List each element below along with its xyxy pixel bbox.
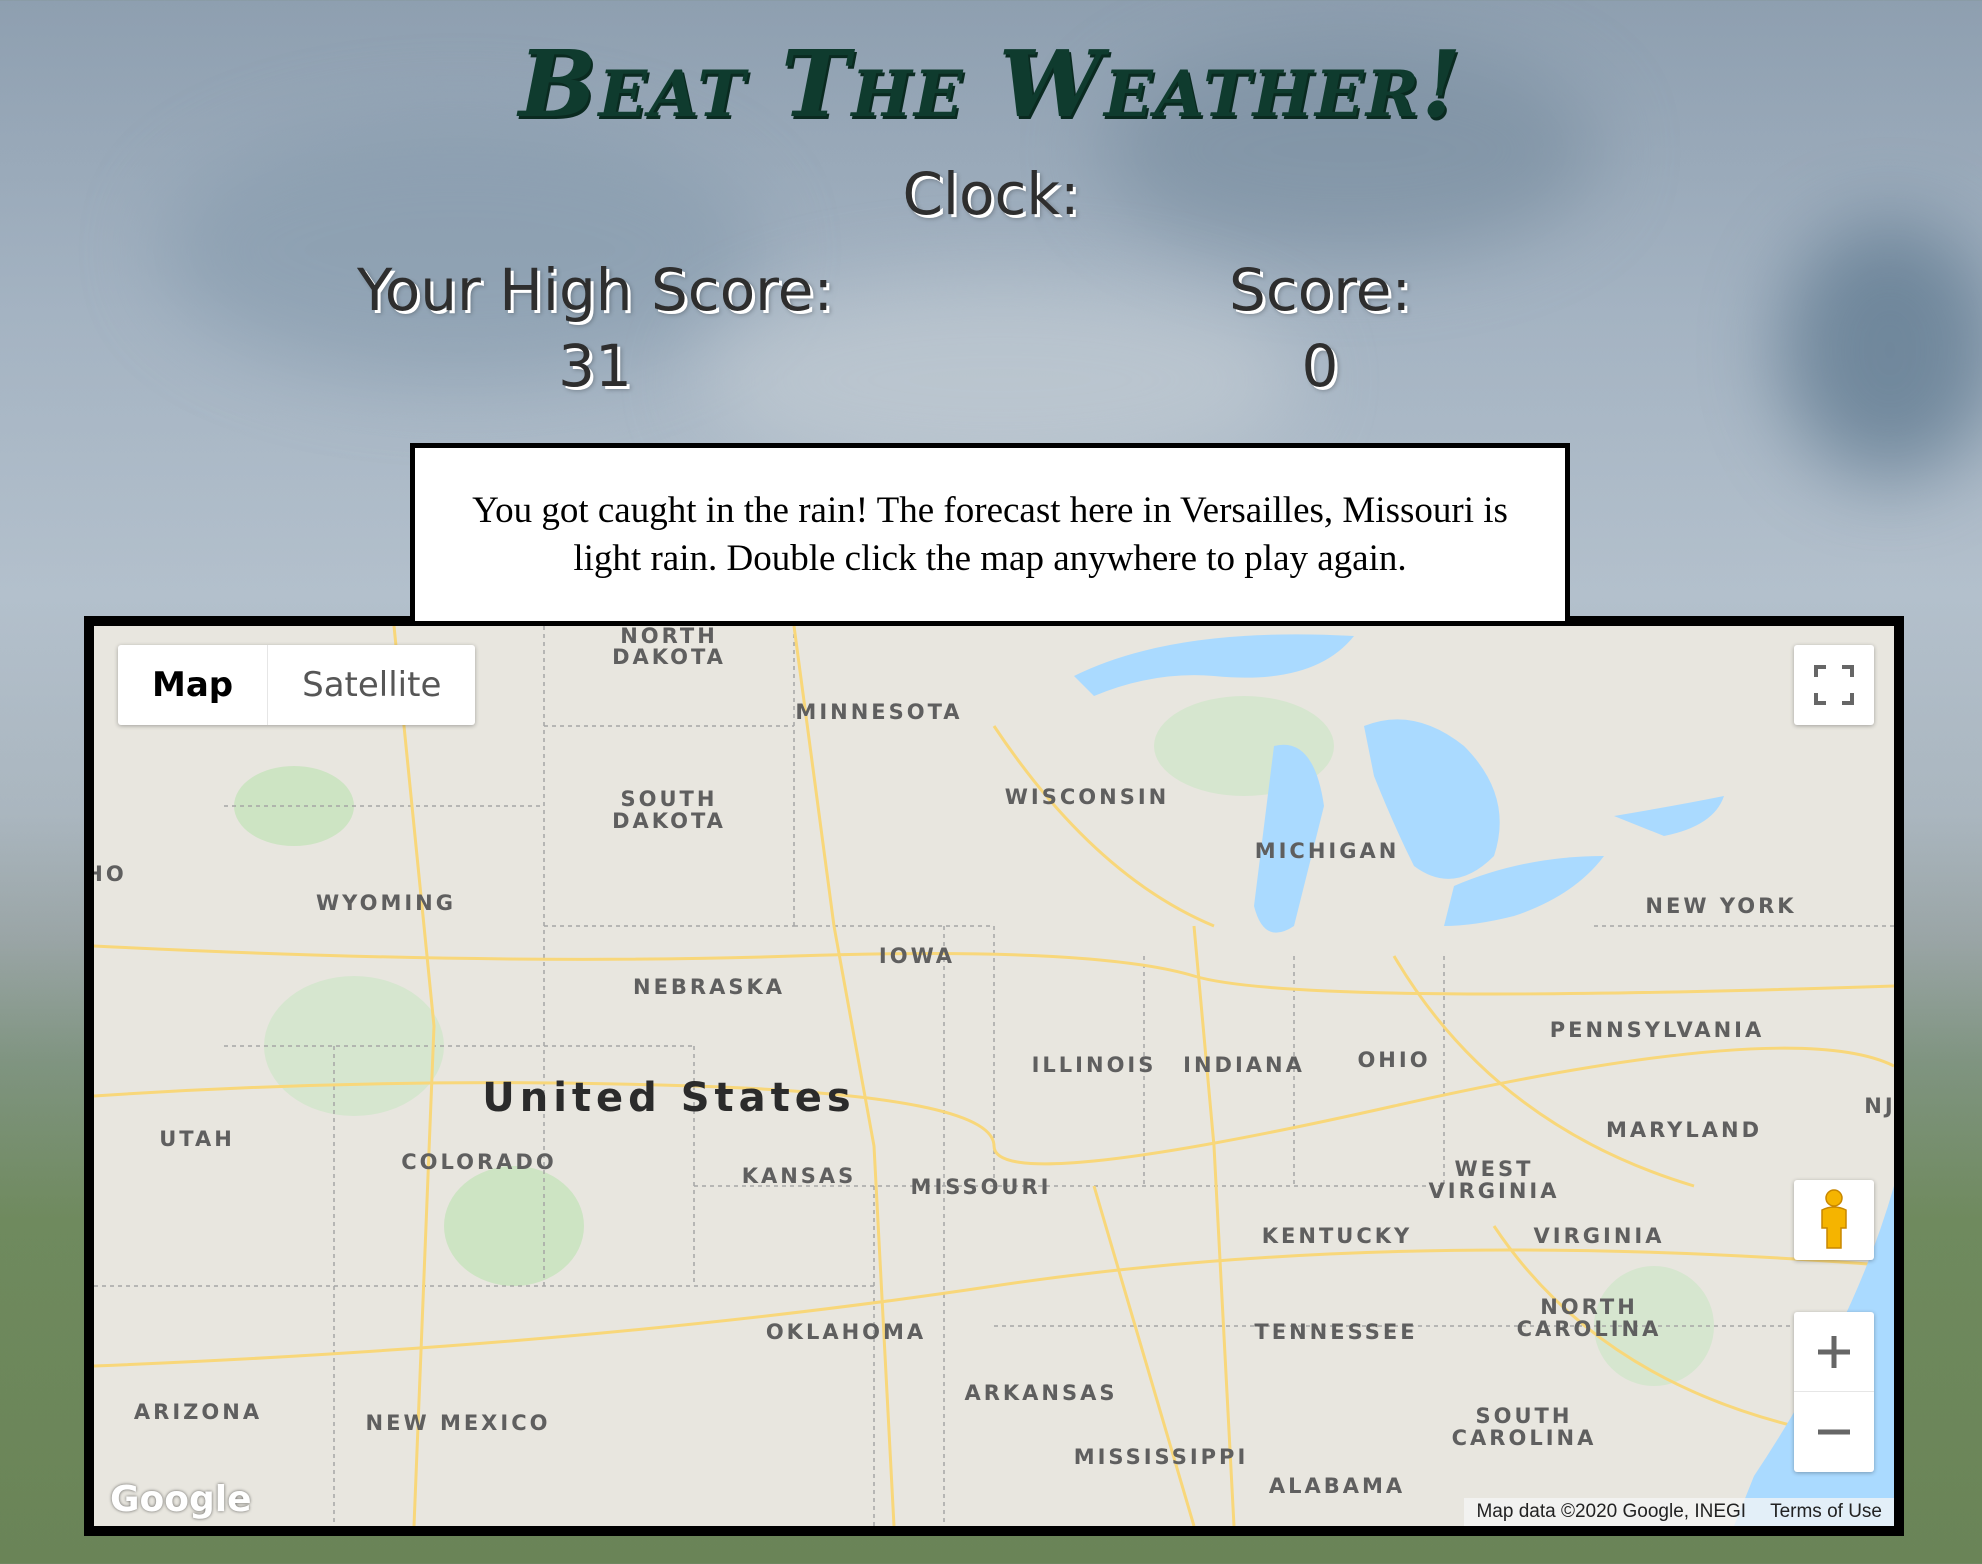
game-message: You got caught in the rain! The forecast… xyxy=(410,443,1570,626)
state-label: NJ xyxy=(1864,1094,1894,1118)
page-title: Beat The Weather! xyxy=(518,30,1464,138)
state-label: PENNSYLVANIA xyxy=(1550,1018,1764,1042)
state-label: INDIANA xyxy=(1183,1053,1305,1077)
state-label: NEBRASKA xyxy=(633,975,785,999)
map[interactable]: NORTH DAKOTA MINNESOTA SOUTH DAKOTA WISC… xyxy=(84,616,1904,1536)
score-value: 0 xyxy=(1301,332,1339,400)
state-label: ILLINOIS xyxy=(1032,1053,1157,1077)
fullscreen-button[interactable] xyxy=(1794,645,1874,725)
state-label: OHIO xyxy=(1357,1048,1430,1072)
state-label: ARIZONA xyxy=(134,1400,262,1424)
high-score-label: Your High Score: xyxy=(357,256,833,324)
state-label: NEW MEXICO xyxy=(366,1411,551,1435)
zoom-control xyxy=(1794,1312,1874,1472)
fullscreen-icon xyxy=(1814,665,1854,705)
state-label: HO xyxy=(94,862,127,886)
state-label: WYOMING xyxy=(316,891,456,915)
state-label: MARYLAND xyxy=(1606,1118,1762,1142)
google-logo: Google xyxy=(110,1479,252,1520)
map-attribution: Map data ©2020 Google, INEGI Terms of Us… xyxy=(1464,1498,1894,1526)
score-label: Score: xyxy=(1229,256,1411,324)
state-label: OKLAHOMA xyxy=(766,1320,926,1344)
state-label: ALABAMA xyxy=(1269,1474,1405,1498)
state-label: WEST xyxy=(1455,1157,1534,1181)
country-label: United States xyxy=(482,1075,855,1121)
zoom-out-icon xyxy=(1818,1429,1850,1435)
state-label: COLORADO xyxy=(401,1150,556,1174)
high-score-value: 31 xyxy=(558,332,632,400)
terms-of-use-link[interactable]: Terms of Use xyxy=(1758,1498,1894,1526)
cloud xyxy=(1780,220,1982,480)
state-label: WISCONSIN xyxy=(1005,785,1169,809)
zoom-out-button[interactable] xyxy=(1794,1392,1874,1472)
state-label: DAKOTA xyxy=(612,645,726,669)
state-label: VIRGINIA xyxy=(1534,1224,1665,1248)
state-label: ARKANSAS xyxy=(964,1381,1117,1405)
state-label: IOWA xyxy=(879,944,955,968)
street-view-button[interactable] xyxy=(1794,1180,1874,1260)
state-label: SOUTH xyxy=(621,787,718,811)
zoom-in-button[interactable] xyxy=(1794,1312,1874,1392)
clock-label: Clock: xyxy=(902,160,1080,228)
map-type-map-button[interactable]: Map xyxy=(118,645,269,725)
state-label: NEW YORK xyxy=(1645,894,1796,918)
map-canvas[interactable]: NORTH DAKOTA MINNESOTA SOUTH DAKOTA WISC… xyxy=(94,626,1894,1526)
map-type-control: Map Satellite xyxy=(118,645,476,725)
map-type-satellite-button[interactable]: Satellite xyxy=(268,645,475,725)
pegman-icon xyxy=(1821,1189,1847,1249)
state-label: UTAH xyxy=(159,1127,235,1151)
state-label: MISSISSIPPI xyxy=(1074,1445,1249,1469)
state-label: TENNESSEE xyxy=(1254,1320,1417,1344)
state-label: KANSAS xyxy=(742,1164,857,1188)
map-data-attribution: Map data ©2020 Google, INEGI xyxy=(1476,1501,1747,1522)
state-label: CAROLINA xyxy=(1517,1317,1662,1341)
state-label: MISSOURI xyxy=(911,1175,1052,1199)
state-label: MICHIGAN xyxy=(1255,839,1400,863)
zoom-in-icon xyxy=(1818,1335,1850,1368)
state-label: NORTH xyxy=(1540,1295,1638,1319)
state-label: MINNESOTA xyxy=(795,700,962,724)
state-label: CAROLINA xyxy=(1452,1426,1597,1450)
state-label: KENTUCKY xyxy=(1262,1224,1412,1248)
state-label: DAKOTA xyxy=(612,809,726,833)
state-label: SOUTH xyxy=(1476,1404,1573,1428)
state-label: VIRGINIA xyxy=(1429,1179,1560,1203)
